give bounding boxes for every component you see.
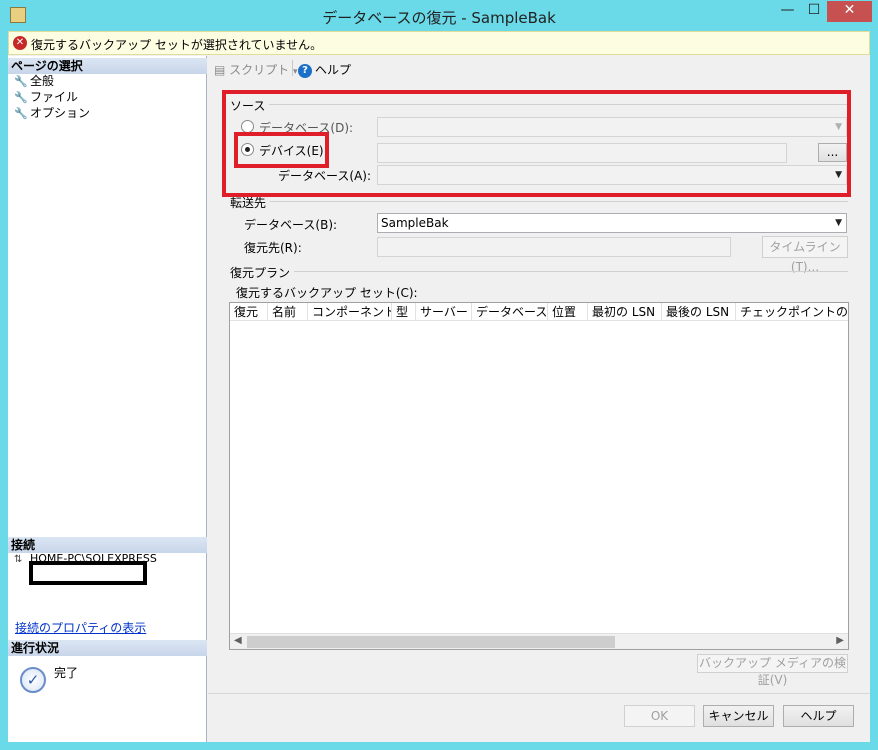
- script-icon: ▤: [214, 63, 226, 77]
- wrench-icon: 🔧: [14, 75, 28, 88]
- checkmark-icon: ✓: [20, 667, 46, 693]
- plan-divider: [230, 271, 848, 272]
- title-bar: データベースの復元 - SampleBak — ☐ ✕: [0, 0, 878, 31]
- verify-backup-media-button[interactable]: バックアップ メディアの検証(V): [697, 654, 848, 687]
- toolbar-separator: [292, 60, 293, 76]
- chevron-down-icon: ▾: [293, 67, 298, 77]
- scrollbar-thumb[interactable]: [247, 636, 615, 648]
- column-header[interactable]: 最初の LSN: [588, 303, 662, 321]
- page-item-label: 全般: [30, 74, 55, 88]
- ok-button[interactable]: OK: [624, 705, 695, 727]
- column-header[interactable]: コンポーネント: [308, 303, 392, 321]
- script-button[interactable]: ▤ スクリプト ▾: [214, 61, 298, 78]
- close-button[interactable]: ✕: [827, 1, 872, 22]
- page-item-options[interactable]: 🔧 オプション: [14, 106, 90, 121]
- column-header[interactable]: チェックポイントの LSN: [736, 303, 848, 321]
- column-header[interactable]: 位置: [548, 303, 588, 321]
- page-item-label: ファイル: [30, 90, 79, 104]
- redacted-box: [29, 561, 147, 585]
- error-bar: ✕ 復元するバックアップ セットが選択されていません。: [8, 31, 870, 55]
- horizontal-scrollbar[interactable]: ◀ ▶: [230, 633, 848, 649]
- device-highlight-box: [234, 132, 329, 168]
- help-label: ヘルプ: [315, 63, 352, 77]
- cancel-button[interactable]: キャンセル: [703, 705, 774, 727]
- restore-database-window: データベースの復元 - SampleBak — ☐ ✕ ✕ 復元するバックアップ…: [0, 0, 878, 750]
- column-header[interactable]: 名前: [268, 303, 308, 321]
- connection-header: 接続: [8, 537, 207, 553]
- timeline-button[interactable]: タイムライン(T)...: [762, 236, 848, 274]
- error-icon: ✕: [13, 36, 27, 50]
- column-header[interactable]: 復元: [230, 303, 268, 321]
- error-message: 復元するバックアップ セットが選択されていません。: [31, 38, 323, 52]
- plan-section-title: 復元プラン: [230, 264, 295, 281]
- backup-sets-grid[interactable]: 復元 名前 コンポーネント 型 サーバー データベース 位置 最初の LSN 最…: [229, 302, 849, 650]
- scroll-left-icon[interactable]: ◀: [234, 635, 242, 646]
- grid-header: 復元 名前 コンポーネント 型 サーバー データベース 位置 最初の LSN 最…: [230, 303, 848, 321]
- left-pane: ページの選択 🔧 全般 🔧 ファイル 🔧 オプション 接続 ⇅ HOME-PC\SQLE…: [8, 56, 207, 742]
- restore-to-field[interactable]: [377, 237, 731, 257]
- scroll-right-icon[interactable]: ▶: [836, 635, 844, 646]
- page-item-files[interactable]: 🔧 ファイル: [14, 90, 78, 105]
- column-header[interactable]: サーバー: [416, 303, 472, 321]
- footer-divider: [208, 693, 870, 694]
- help-footer-button[interactable]: ヘルプ: [783, 705, 854, 727]
- destination-database-label: データベース(B):: [244, 218, 338, 232]
- destination-database-dropdown[interactable]: SampleBak ▼: [377, 213, 847, 233]
- help-icon: ?: [298, 63, 312, 78]
- maximize-button[interactable]: ☐: [801, 1, 827, 22]
- column-header[interactable]: データベース: [472, 303, 548, 321]
- page-item-label: オプション: [30, 106, 91, 120]
- script-label: スクリプト: [229, 63, 290, 77]
- page-select-header: ページの選択: [8, 58, 207, 74]
- dialog-client: ✕ 復元するバックアップ セットが選択されていません。 ページの選択 🔧 全般 🔧…: [8, 31, 870, 742]
- wrench-icon: 🔧: [14, 107, 28, 120]
- page-item-general[interactable]: 🔧 全般: [14, 74, 54, 89]
- progress-header: 進行状況: [8, 640, 207, 656]
- column-header[interactable]: 最後の LSN: [662, 303, 736, 321]
- destination-divider: [230, 201, 848, 202]
- help-button[interactable]: ? ヘルプ: [298, 61, 351, 78]
- server-connection-icon: ⇅: [14, 554, 23, 565]
- view-connection-properties-link[interactable]: 接続のプロパティの表示: [15, 619, 146, 636]
- destination-database-value: SampleBak: [381, 216, 449, 230]
- progress-status: 完了: [54, 666, 79, 680]
- column-header[interactable]: 型: [392, 303, 416, 321]
- wrench-icon: 🔧: [14, 91, 28, 104]
- chevron-down-icon: ▼: [835, 218, 842, 228]
- toolbar: ▤ スクリプト ▾ ? ヘルプ: [208, 56, 870, 80]
- backup-sets-label: 復元するバックアップ セット(C):: [236, 286, 418, 300]
- minimize-button[interactable]: —: [774, 1, 801, 22]
- window-title: データベースの復元 - SampleBak: [322, 9, 556, 27]
- restore-to-label: 復元先(R):: [244, 241, 302, 255]
